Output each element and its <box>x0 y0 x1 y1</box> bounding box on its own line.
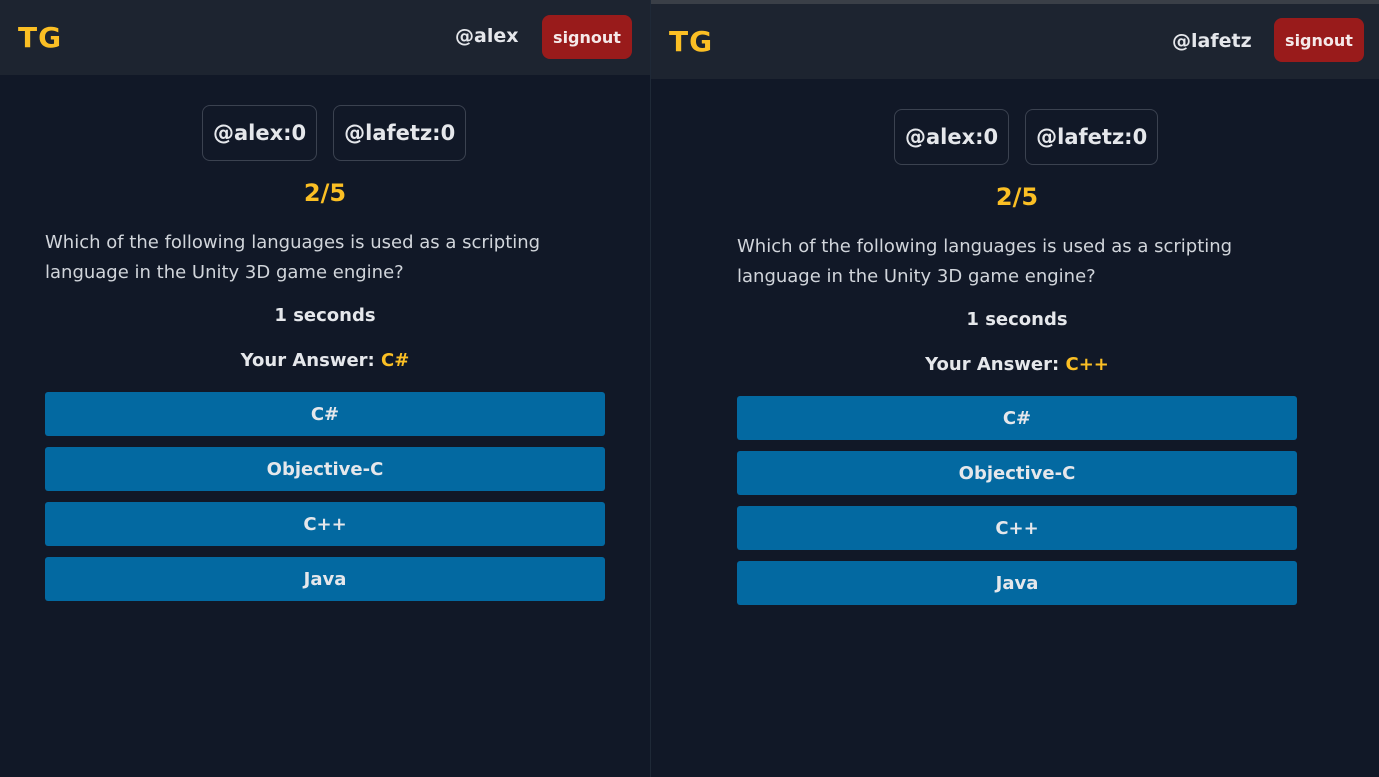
navbar: TG @alex signout <box>0 0 650 75</box>
score-chip: @lafetz:0 <box>1025 109 1159 165</box>
round-counter: 2/5 <box>995 183 1039 211</box>
your-answer-value: C++ <box>1065 354 1109 375</box>
player-window-left: TG @alex signout @alex:0 @lafetz:0 2/5 W… <box>0 0 650 777</box>
player-window-right: TG @lafetz signout @alex:0 @lafetz:0 2/5… <box>651 0 1379 777</box>
signout-button[interactable]: signout <box>542 15 632 59</box>
score-chip: @alex:0 <box>894 109 1010 165</box>
answer-option-button[interactable]: Java <box>737 561 1297 605</box>
your-answer-label: Your Answer: <box>925 354 1060 375</box>
answer-option-button[interactable]: Objective-C <box>45 447 605 491</box>
answer-option-button[interactable]: C# <box>45 392 605 436</box>
scoreboard: @alex:0 @lafetz:0 <box>202 105 467 161</box>
answer-option-button[interactable]: C# <box>737 396 1297 440</box>
logo[interactable]: TG <box>669 25 713 58</box>
answer-option-button[interactable]: C++ <box>737 506 1297 550</box>
answer-options: C# Objective-C C++ Java <box>45 392 605 612</box>
answer-option-button[interactable]: Objective-C <box>737 451 1297 495</box>
answer-options: C# Objective-C C++ Java <box>737 396 1297 616</box>
user-handle: @alex <box>455 25 519 47</box>
user-handle: @lafetz <box>1172 30 1252 52</box>
your-answer-label: Your Answer: <box>240 350 375 371</box>
signout-button[interactable]: signout <box>1274 18 1364 62</box>
score-chip: @lafetz:0 <box>333 105 467 161</box>
scoreboard: @alex:0 @lafetz:0 <box>894 109 1159 165</box>
question-text: Which of the following languages is used… <box>45 232 541 283</box>
timer-text: 1 seconds <box>966 309 1068 330</box>
your-answer: Your Answer: C# <box>0 350 650 371</box>
logo[interactable]: TG <box>18 21 62 54</box>
score-chip: @alex:0 <box>202 105 318 161</box>
timer-text: 1 seconds <box>274 305 376 326</box>
your-answer-value: C# <box>381 350 410 371</box>
navbar: TG @lafetz signout <box>651 4 1379 79</box>
answer-option-button[interactable]: Java <box>45 557 605 601</box>
question-text: Which of the following languages is used… <box>737 236 1233 287</box>
round-counter: 2/5 <box>303 179 347 207</box>
your-answer: Your Answer: C++ <box>651 354 1379 375</box>
answer-option-button[interactable]: C++ <box>45 502 605 546</box>
